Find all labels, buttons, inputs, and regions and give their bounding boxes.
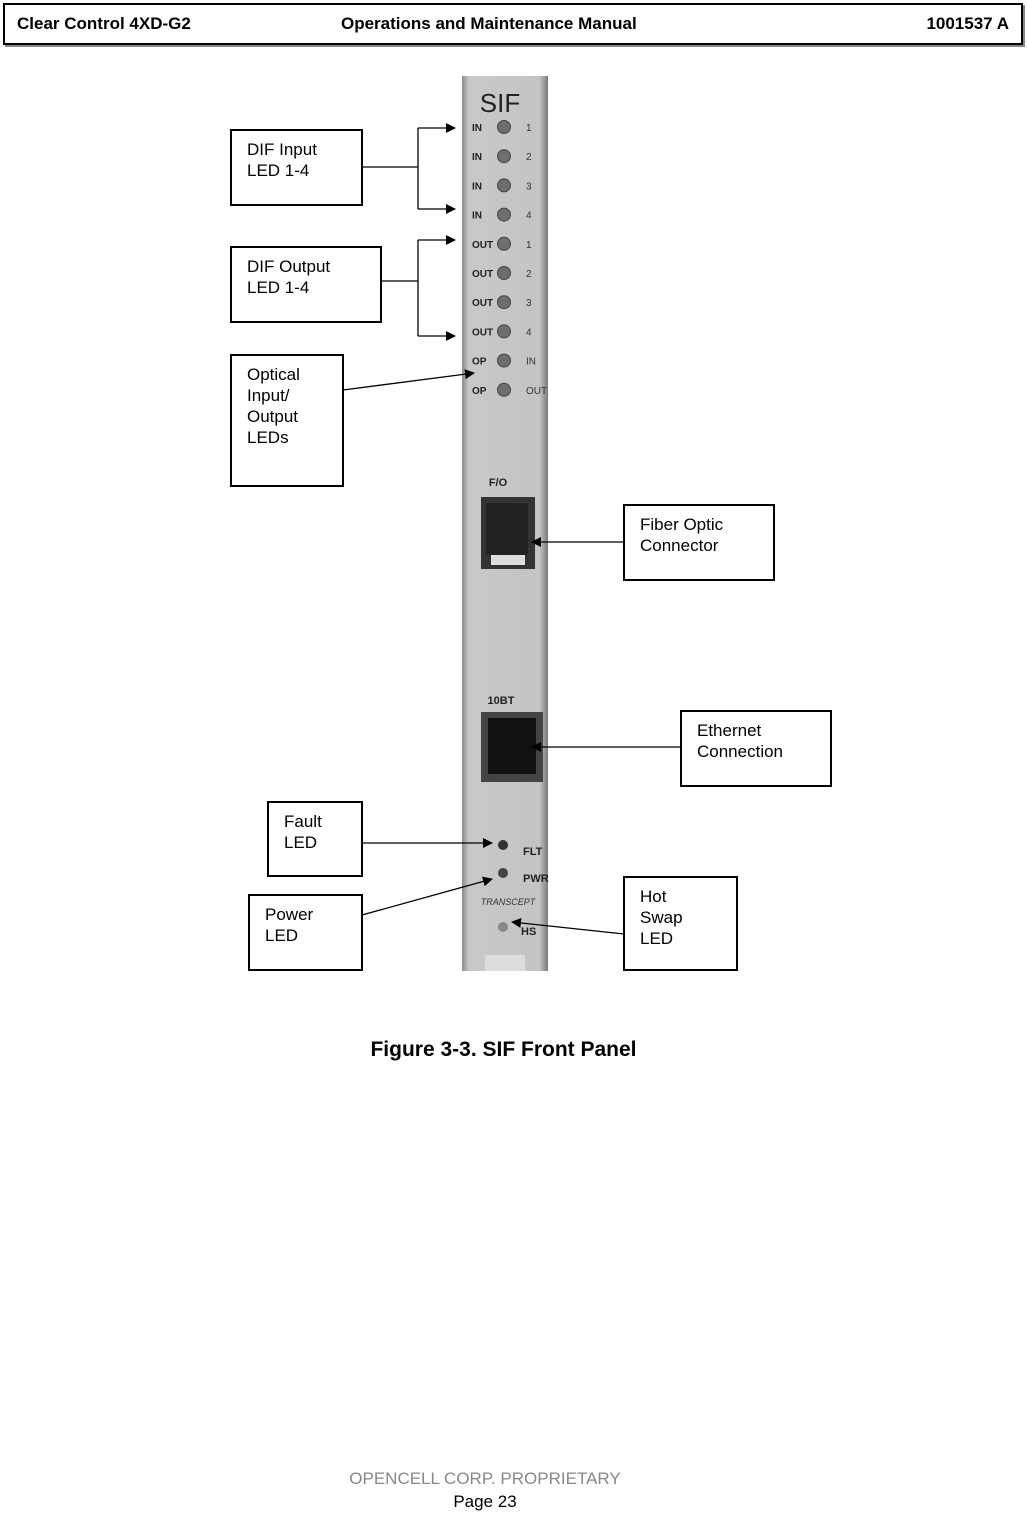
power-led — [498, 868, 508, 878]
led-label-left: OP — [472, 386, 487, 397]
led-label-left: IN — [472, 211, 482, 222]
footer-proprietary: OPENCELL CORP. PROPRIETARY — [349, 1469, 621, 1488]
sif-front-panel-figure: SIF IN 1 IN 2 IN 3 IN 4 OUT 1 OUT 2 OUT 3 OUT 4 OP IN OP OU… — [342, 76, 681, 971]
led-label-left: OUT — [472, 269, 493, 280]
led-label-left: OUT — [472, 298, 493, 309]
led-label-right: 2 — [526, 152, 532, 163]
svg-text:HS: HS — [521, 926, 536, 938]
led-indicator — [497, 236, 511, 251]
led-label-left: OP — [472, 357, 487, 368]
led-label-right: 2 — [526, 269, 532, 280]
figure-caption: Figure 3-3. SIF Front Panel — [370, 1038, 637, 1061]
callout-optical-leds: Optical Input/ Output LEDs — [230, 354, 344, 487]
led-indicator — [497, 353, 511, 368]
led-label-left: OUT — [472, 327, 493, 338]
led-label-right: IN — [526, 357, 536, 368]
callout-dif-input: DIF Input LED 1-4 — [230, 129, 363, 206]
led-indicator — [497, 178, 511, 193]
led-indicator — [497, 295, 511, 310]
callout-fiber-optic: Fiber Optic Connector — [623, 504, 775, 581]
fo-label: F/O — [489, 477, 508, 489]
led-label-right: 3 — [526, 298, 532, 309]
fault-led — [498, 840, 508, 850]
panel-photo: SIF IN 1 IN 2 IN 3 IN 4 OUT 1 OUT 2 OUT 3 OUT 4 OP IN OP OU… — [462, 76, 549, 971]
hot-swap-led — [498, 922, 508, 932]
led-indicator — [497, 266, 511, 280]
callout-hot-swap-led: Hot Swap LED — [623, 876, 738, 971]
footer-page-number: Page 23 — [453, 1492, 517, 1511]
led-label-left: IN — [472, 181, 482, 192]
led-label-right: 1 — [526, 240, 532, 251]
led-label-left: IN — [472, 123, 482, 134]
callout-dif-output: DIF Output LED 1-4 — [230, 246, 382, 323]
svg-text:FLT: FLT — [523, 846, 543, 858]
led-indicator — [497, 120, 511, 134]
led-indicator — [497, 382, 511, 397]
svg-text:PWR: PWR — [523, 873, 549, 885]
led-label-right: OUT — [526, 386, 547, 397]
callout-fault-led: Fault LED — [267, 801, 363, 877]
led-label-right: 3 — [526, 181, 532, 192]
led-label-right: 4 — [526, 211, 532, 222]
led-indicator — [497, 149, 511, 164]
panel-title: SIF — [480, 88, 520, 118]
led-label-right: 1 — [526, 123, 532, 134]
callout-ethernet: Ethernet Connection — [680, 710, 832, 787]
led-indicator — [497, 207, 511, 222]
led-label-left: IN — [472, 152, 482, 163]
ethernet-label: 10BT — [488, 695, 515, 707]
callout-power-led: Power LED — [248, 894, 363, 971]
led-label-right: 4 — [526, 327, 532, 338]
led-indicator — [497, 324, 511, 339]
panel-logo: TRANSCEPT — [481, 897, 537, 907]
led-label-left: OUT — [472, 240, 493, 251]
